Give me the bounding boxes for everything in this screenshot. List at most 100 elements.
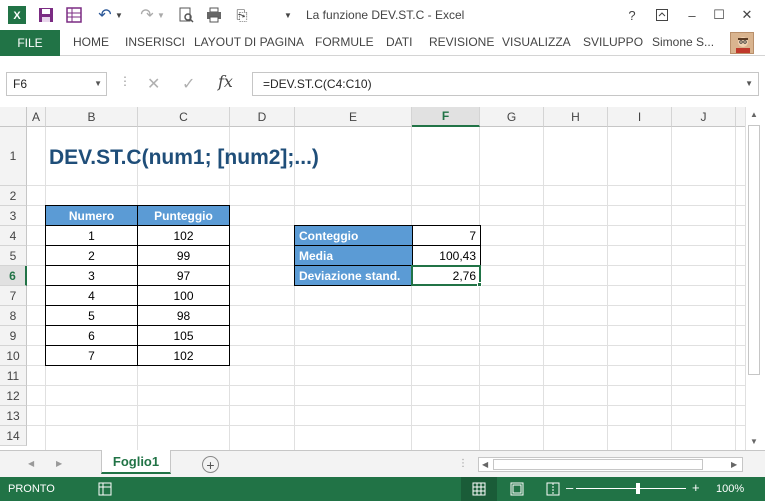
normal-view-icon[interactable]	[461, 477, 497, 501]
maximize-button[interactable]: ☐	[708, 4, 730, 26]
tab-sviluppo[interactable]: SVILUPPO	[583, 35, 643, 49]
row-header-1[interactable]: 1	[0, 127, 27, 186]
help-button[interactable]: ?	[621, 4, 643, 26]
row-header-11[interactable]: 11	[0, 366, 27, 386]
name-box-dropdown-icon[interactable]: ▼	[94, 79, 102, 88]
save-icon[interactable]	[36, 5, 56, 25]
horizontal-scroll-thumb[interactable]	[493, 459, 703, 470]
tab-dati[interactable]: DATI	[386, 35, 412, 49]
table-cell-punteggio[interactable]: 98	[137, 305, 230, 326]
minimize-button[interactable]: –	[681, 4, 703, 26]
tab-visualizza[interactable]: VISUALIZZA	[502, 35, 571, 49]
row-header-4[interactable]: 4	[0, 226, 27, 246]
zoom-slider-thumb[interactable]	[636, 483, 640, 494]
column-header-i[interactable]: I	[608, 107, 672, 127]
table-cell-numero[interactable]: 4	[45, 285, 138, 306]
table-cell-punteggio[interactable]: 97	[137, 265, 230, 286]
more-options-icon[interactable]: ⋮	[119, 74, 131, 88]
vertical-scroll-thumb[interactable]	[748, 125, 760, 375]
table-cell-numero[interactable]: 7	[45, 345, 138, 366]
sheet-title-cell[interactable]: DEV.ST.C(num1; [num2];...)	[49, 146, 319, 170]
table-header-punteggio[interactable]: Punteggio	[137, 205, 230, 226]
table-cell-punteggio[interactable]: 102	[137, 225, 230, 246]
table-cell-numero[interactable]: 3	[45, 265, 138, 286]
column-header-k[interactable]	[736, 107, 745, 127]
table-cell-punteggio[interactable]: 105	[137, 325, 230, 346]
tab-scroll-right-icon[interactable]: ▶	[56, 459, 62, 468]
formula-input[interactable]: =DEV.ST.C(C4:C10) ▼	[252, 72, 759, 96]
row-header-7[interactable]: 7	[0, 286, 27, 306]
scroll-right-icon[interactable]: ▶	[731, 460, 737, 469]
redo-icon[interactable]: ↷	[138, 5, 156, 25]
fill-handle[interactable]	[477, 282, 482, 287]
enter-icon[interactable]: ✓	[182, 74, 195, 94]
insert-function-icon[interactable]: fx	[218, 72, 233, 91]
scroll-left-icon[interactable]: ◀	[482, 460, 488, 469]
table-cell-punteggio[interactable]: 102	[137, 345, 230, 366]
tab-home[interactable]: HOME	[73, 35, 109, 49]
horizontal-scrollbar[interactable]: ◀ ▶	[478, 457, 743, 472]
zoom-in-icon[interactable]: +	[692, 480, 700, 495]
undo-icon[interactable]: ↶	[96, 5, 114, 25]
row-header-9[interactable]: 9	[0, 326, 27, 346]
macro-record-icon[interactable]	[98, 482, 112, 499]
sheet-tab-foglio1[interactable]: Foglio1	[101, 450, 171, 474]
zoom-slider-track[interactable]	[576, 488, 686, 489]
table-cell-numero[interactable]: 6	[45, 325, 138, 346]
new-sheet-icon[interactable]	[64, 5, 84, 25]
tab-revisione[interactable]: REVISIONE	[429, 35, 494, 49]
row-header-13[interactable]: 13	[0, 406, 27, 426]
scroll-down-icon[interactable]: ▼	[750, 437, 758, 446]
scroll-up-icon[interactable]: ▲	[750, 110, 758, 119]
row-header-14[interactable]: 14	[0, 426, 27, 446]
expand-formula-bar-icon[interactable]: ▼	[745, 79, 753, 88]
column-header-a[interactable]: A	[27, 107, 46, 127]
stat-label-deviazione[interactable]: Deviazione stand.	[294, 265, 413, 286]
column-header-d[interactable]: D	[230, 107, 295, 127]
table-cell-numero[interactable]: 2	[45, 245, 138, 266]
column-header-g[interactable]: G	[480, 107, 544, 127]
table-cell-numero[interactable]: 5	[45, 305, 138, 326]
row-header-12[interactable]: 12	[0, 386, 27, 406]
print-icon[interactable]	[204, 5, 224, 25]
table-cell-punteggio[interactable]: 99	[137, 245, 230, 266]
stat-value-media[interactable]: 100,43	[412, 245, 481, 266]
avatar[interactable]	[730, 32, 754, 54]
column-header-j[interactable]: J	[672, 107, 736, 127]
row-header-10[interactable]: 10	[0, 346, 27, 366]
stat-value-conteggio[interactable]: 7	[412, 225, 481, 246]
vertical-scrollbar[interactable]: ▲ ▼	[745, 107, 762, 450]
cancel-icon[interactable]: ✕	[147, 74, 160, 94]
customize-toolbar-icon[interactable]: ▼	[282, 5, 294, 25]
column-header-f[interactable]: F	[412, 107, 480, 127]
active-cell-selection[interactable]	[411, 265, 481, 286]
redo-dropdown-icon[interactable]: ▼	[156, 5, 166, 25]
select-all-corner[interactable]	[0, 107, 27, 127]
column-header-c[interactable]: C	[138, 107, 230, 127]
zoom-level[interactable]: 100%	[716, 483, 744, 495]
column-header-h[interactable]: H	[544, 107, 608, 127]
user-name[interactable]: Simone S...	[652, 35, 714, 49]
row-header-5[interactable]: 5	[0, 246, 27, 266]
tab-file[interactable]: FILE	[0, 30, 60, 56]
stat-label-media[interactable]: Media	[294, 245, 413, 266]
add-sheet-icon[interactable]: +	[202, 456, 219, 473]
table-cell-punteggio[interactable]: 100	[137, 285, 230, 306]
undo-dropdown-icon[interactable]: ▼	[114, 5, 124, 25]
row-header-8[interactable]: 8	[0, 306, 27, 326]
page-layout-view-icon[interactable]	[510, 482, 524, 499]
print-preview-icon[interactable]	[176, 5, 196, 25]
tab-inserisci[interactable]: INSERISCI	[125, 35, 185, 49]
attach-icon[interactable]: ⎘	[232, 5, 252, 25]
page-break-view-icon[interactable]	[546, 482, 560, 499]
stat-label-conteggio[interactable]: Conteggio	[294, 225, 413, 246]
ribbon-display-icon[interactable]	[651, 4, 673, 26]
table-cell-numero[interactable]: 1	[45, 225, 138, 246]
row-header-6[interactable]: 6	[0, 266, 27, 286]
tab-split-handle-icon[interactable]: ⋮	[458, 458, 468, 469]
zoom-out-icon[interactable]: –	[566, 480, 573, 495]
tab-scroll-left-icon[interactable]: ◀	[28, 459, 34, 468]
worksheet-grid[interactable]: A B C D E F G H I J 1 2 3 4 5 6 7 8 9 10…	[0, 107, 745, 450]
tab-layout-di-pagina[interactable]: LAYOUT DI PAGINA	[194, 35, 304, 49]
row-header-3[interactable]: 3	[0, 206, 27, 226]
